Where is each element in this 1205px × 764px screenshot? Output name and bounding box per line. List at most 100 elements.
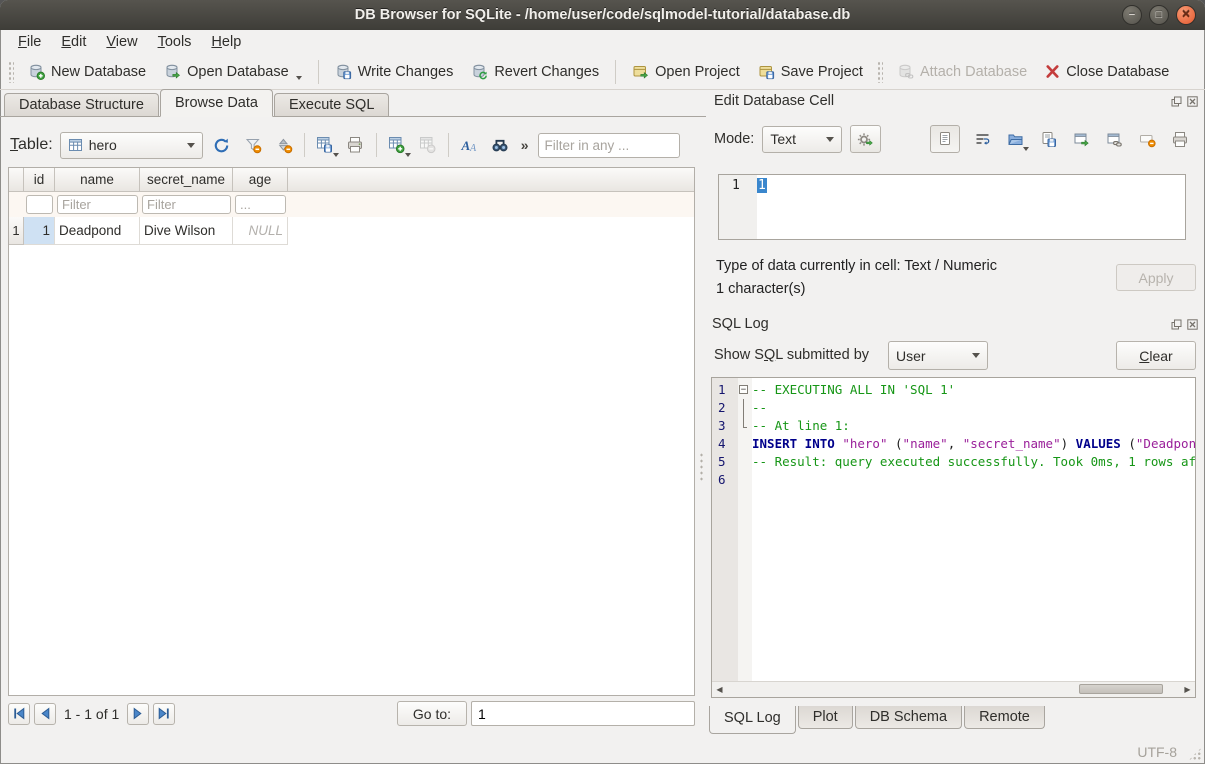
- table-select[interactable]: hero: [60, 132, 203, 159]
- fold-collapse-icon[interactable]: −: [739, 385, 748, 394]
- scroll-left-button[interactable]: ◀: [712, 682, 727, 696]
- dock-tab-db-schema[interactable]: DB Schema: [855, 706, 962, 729]
- toolbar-separator: [376, 133, 377, 157]
- filter-input-secret-name[interactable]: [142, 195, 231, 214]
- column-header-secret-name[interactable]: secret_name: [140, 168, 233, 191]
- toolbar-separator: [304, 133, 305, 157]
- mode-select[interactable]: Text: [762, 126, 842, 153]
- menu-file[interactable]: File: [8, 32, 51, 52]
- menu-edit[interactable]: Edit: [51, 32, 96, 52]
- new-database-icon: [28, 63, 45, 80]
- close-dock-button[interactable]: [1186, 318, 1199, 331]
- attach-database-button[interactable]: Attach Database: [888, 58, 1036, 85]
- cell-secret-name[interactable]: Dive Wilson: [140, 217, 233, 245]
- import-file-dropdown-icon[interactable]: [1023, 147, 1029, 151]
- cell-editor[interactable]: 1 1: [718, 174, 1186, 240]
- close-button[interactable]: ✕: [1176, 5, 1196, 25]
- word-wrap-button[interactable]: [971, 127, 993, 151]
- cell-age[interactable]: NULL: [233, 217, 288, 245]
- link-button[interactable]: [1103, 127, 1125, 151]
- row-number-cell[interactable]: 1: [9, 217, 24, 245]
- import-file-button[interactable]: [1004, 127, 1026, 151]
- cell-name[interactable]: Deadpond: [55, 217, 140, 245]
- scrollbar-thumb[interactable]: [1079, 684, 1163, 694]
- auto-apply-button[interactable]: [850, 125, 881, 153]
- filter-input-age[interactable]: [235, 195, 286, 214]
- first-page-button[interactable]: [8, 703, 30, 725]
- column-header-id[interactable]: id: [24, 168, 55, 191]
- column-header-age[interactable]: age: [233, 168, 288, 191]
- table-select-value: hero: [89, 137, 117, 153]
- open-database-dropdown-icon[interactable]: [296, 76, 302, 80]
- cell-id[interactable]: 1: [24, 217, 55, 245]
- close-dock-button[interactable]: [1186, 95, 1199, 108]
- dock-tab-bar: SQL Log Plot DB Schema Remote: [709, 706, 1047, 734]
- clear-sorting-button[interactable]: [272, 132, 296, 158]
- menu-help[interactable]: Help: [201, 32, 251, 52]
- delete-record-button[interactable]: [416, 132, 440, 158]
- table-label: Table:: [10, 136, 53, 154]
- print-button[interactable]: [344, 132, 368, 158]
- clear-filters-button[interactable]: [241, 132, 265, 158]
- refresh-button[interactable]: [210, 132, 234, 158]
- float-dock-button[interactable]: [1170, 318, 1183, 331]
- text-mode-button[interactable]: [930, 125, 960, 153]
- save-results-dropdown-icon[interactable]: [333, 153, 339, 157]
- svg-text:A: A: [469, 143, 477, 154]
- next-page-button[interactable]: [127, 703, 149, 725]
- first-page-icon: [12, 707, 26, 720]
- maximize-button[interactable]: □: [1149, 5, 1169, 25]
- tab-browse-data[interactable]: Browse Data: [160, 89, 273, 117]
- pane-splitter[interactable]: [699, 452, 704, 482]
- dock-tab-plot[interactable]: Plot: [798, 706, 853, 729]
- insert-record-dropdown-icon[interactable]: [405, 153, 411, 157]
- apply-button[interactable]: Apply: [1116, 264, 1196, 291]
- global-filter-input[interactable]: [538, 133, 680, 158]
- minimize-button[interactable]: −: [1122, 5, 1142, 25]
- revert-changes-button[interactable]: Revert Changes: [462, 58, 608, 85]
- resize-grip-icon[interactable]: [1188, 747, 1202, 761]
- cell-editor-toolbar: [930, 123, 1191, 155]
- menu-view[interactable]: View: [96, 32, 147, 52]
- open-database-button[interactable]: Open Database: [155, 58, 311, 85]
- menu-bar: FileEditViewToolsHelp: [0, 30, 1205, 54]
- save-project-button[interactable]: Save Project: [749, 58, 872, 85]
- dock-tab-sql-log[interactable]: SQL Log: [709, 706, 796, 734]
- editor-content[interactable]: 1: [757, 175, 767, 239]
- last-page-button[interactable]: [153, 703, 175, 725]
- column-header-name[interactable]: name: [55, 168, 140, 191]
- menu-tools[interactable]: Tools: [148, 32, 202, 52]
- sql-submitter-select[interactable]: User: [888, 341, 988, 370]
- goto-input[interactable]: [471, 701, 695, 726]
- previous-page-button[interactable]: [34, 703, 56, 725]
- open-in-window-button[interactable]: [1070, 127, 1092, 151]
- float-dock-button[interactable]: [1170, 95, 1183, 108]
- toolbar-drag-handle[interactable]: [8, 61, 14, 83]
- find-button[interactable]: [488, 132, 512, 158]
- new-database-button[interactable]: New Database: [19, 58, 155, 85]
- toolbar-drag-handle[interactable]: [877, 61, 883, 83]
- save-results-button[interactable]: [313, 132, 337, 158]
- mode-label: Mode:: [714, 131, 754, 147]
- print-cell-button[interactable]: [1169, 127, 1191, 151]
- window-title: DB Browser for SQLite - /home/user/code/…: [355, 7, 851, 23]
- tab-database-structure[interactable]: Database Structure: [4, 93, 159, 116]
- clear-log-button[interactable]: Clear: [1116, 341, 1196, 370]
- set-null-button[interactable]: [1136, 127, 1158, 151]
- filter-input-id[interactable]: [26, 195, 53, 214]
- filter-input-name[interactable]: [57, 195, 138, 214]
- toolbar-overflow-button[interactable]: »: [519, 137, 531, 153]
- open-project-button[interactable]: Open Project: [623, 58, 749, 85]
- goto-button[interactable]: Go to:: [397, 701, 467, 726]
- dock-tab-remote[interactable]: Remote: [964, 706, 1045, 729]
- export-file-button[interactable]: [1037, 127, 1059, 151]
- tab-execute-sql[interactable]: Execute SQL: [274, 93, 389, 116]
- edit-font-button[interactable]: AA: [457, 132, 481, 158]
- horizontal-scrollbar[interactable]: ◀ ▶: [712, 681, 1195, 697]
- line-number: 2: [712, 399, 738, 417]
- close-database-button[interactable]: Close Database: [1036, 59, 1178, 85]
- write-changes-button[interactable]: Write Changes: [326, 58, 463, 85]
- scroll-right-button[interactable]: ▶: [1180, 682, 1195, 696]
- insert-record-button[interactable]: [385, 132, 409, 158]
- sql-log-view[interactable]: 1−-- EXECUTING ALL IN 'SQL 1'2--3-- At l…: [711, 377, 1196, 698]
